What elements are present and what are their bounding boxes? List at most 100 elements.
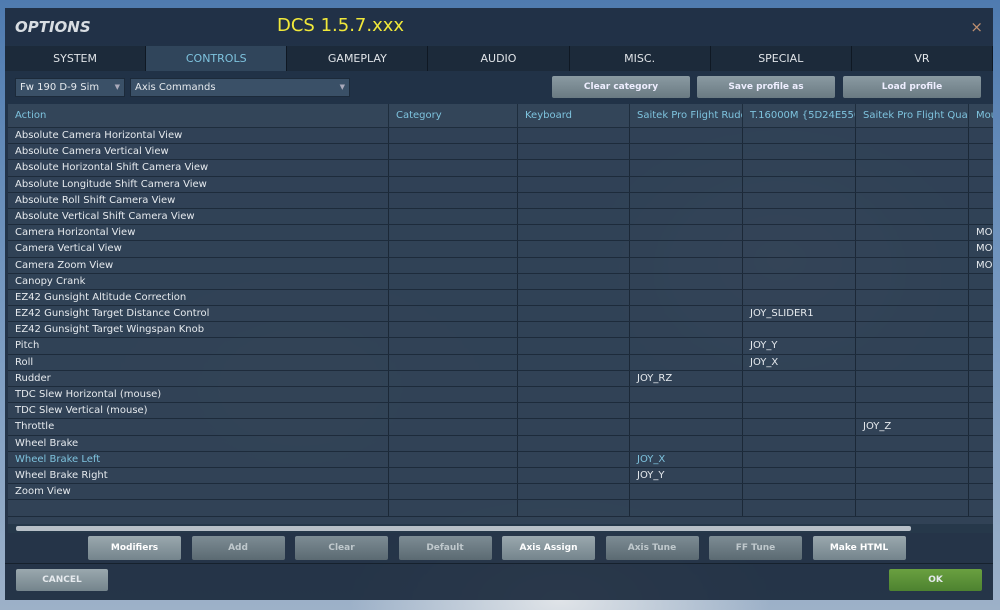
table-cell[interactable] — [856, 354, 969, 370]
table-cell[interactable] — [743, 208, 856, 225]
table-cell[interactable] — [856, 370, 969, 386]
table-cell[interactable] — [969, 322, 993, 337]
table-cell[interactable] — [518, 208, 630, 225]
table-cell[interactable] — [856, 208, 969, 225]
tab-controls[interactable]: CONTROLS — [146, 46, 288, 71]
table-cell[interactable] — [969, 452, 993, 467]
table-cell[interactable]: JOY_X — [743, 354, 856, 370]
table-cell[interactable] — [389, 273, 518, 289]
table-cell[interactable] — [630, 257, 743, 273]
table-row[interactable]: TDC Slew Vertical (mouse) — [8, 403, 993, 420]
table-cell[interactable] — [743, 273, 856, 289]
table-cell[interactable] — [743, 419, 856, 435]
table-cell[interactable] — [969, 128, 993, 143]
table-cell[interactable] — [518, 144, 630, 160]
table-cell[interactable] — [969, 209, 993, 224]
table-cell[interactable] — [969, 177, 993, 192]
category-select[interactable]: Axis Commands ▼ — [130, 78, 350, 97]
table-cell[interactable] — [518, 354, 630, 370]
table-cell[interactable] — [389, 419, 518, 435]
tab-misc[interactable]: MISC. — [570, 46, 711, 71]
table-cell[interactable] — [630, 419, 743, 435]
table-cell[interactable] — [969, 500, 993, 515]
table-cell[interactable] — [630, 387, 743, 403]
table-cell[interactable] — [856, 160, 969, 176]
table-cell[interactable] — [856, 484, 969, 500]
make-html-button[interactable]: Make HTML — [812, 536, 906, 560]
table-cell[interactable] — [856, 241, 969, 257]
horizontal-scrollbar[interactable] — [8, 524, 993, 533]
table-cell[interactable] — [389, 435, 518, 451]
table-cell[interactable] — [389, 128, 518, 144]
table-cell[interactable] — [743, 257, 856, 273]
table-cell[interactable]: JOY_Z — [856, 419, 969, 435]
table-row[interactable]: Zoom View — [8, 484, 993, 501]
table-cell[interactable] — [389, 257, 518, 273]
table-cell[interactable] — [856, 500, 969, 516]
table-cell[interactable] — [969, 274, 993, 289]
table-cell[interactable] — [856, 192, 969, 208]
table-cell[interactable] — [630, 176, 743, 192]
table-cell[interactable] — [856, 403, 969, 419]
table-cell[interactable] — [389, 338, 518, 354]
table-cell[interactable] — [518, 435, 630, 451]
table-cell[interactable] — [630, 500, 743, 516]
table-cell[interactable] — [518, 273, 630, 289]
tab-special[interactable]: SPECIAL — [711, 46, 852, 71]
table-cell[interactable] — [630, 273, 743, 289]
add-button[interactable]: Add — [191, 536, 285, 560]
table-cell[interactable]: MOUSE_X — [969, 225, 993, 240]
table-cell[interactable] — [969, 387, 993, 402]
table-cell[interactable] — [630, 160, 743, 176]
table-cell[interactable] — [518, 322, 630, 338]
table-cell[interactable] — [630, 435, 743, 451]
table-cell[interactable] — [969, 403, 993, 418]
tab-vr[interactable]: VR — [852, 46, 993, 71]
table-row[interactable]: Wheel Brake Left JOY_X — [8, 451, 993, 468]
table-cell[interactable] — [518, 192, 630, 208]
table-row[interactable]: Absolute Camera Horizontal View — [8, 128, 993, 145]
table-cell[interactable] — [743, 176, 856, 192]
table-cell[interactable] — [969, 338, 993, 353]
table-cell[interactable]: JOY_Y — [630, 467, 743, 484]
column-header[interactable]: T.16000M {5D24E550- — [743, 104, 856, 128]
table-cell[interactable] — [518, 160, 630, 176]
table-cell[interactable] — [518, 484, 630, 500]
table-cell[interactable] — [969, 306, 993, 321]
table-cell[interactable] — [389, 403, 518, 419]
column-header[interactable]: Saitek Pro Flight Rudder — [630, 104, 743, 128]
table-cell[interactable] — [969, 160, 993, 175]
table-cell[interactable] — [389, 192, 518, 208]
table-cell[interactable] — [856, 435, 969, 451]
table-cell[interactable] — [389, 176, 518, 192]
table-row[interactable]: Rudder JOY_RZ — [8, 370, 993, 387]
table-cell[interactable]: MOUSE_Z — [969, 258, 993, 273]
table-cell[interactable] — [856, 128, 969, 144]
table-cell[interactable] — [389, 241, 518, 257]
table-cell[interactable] — [518, 128, 630, 144]
table-cell[interactable]: JOY_X — [630, 451, 743, 467]
table-cell[interactable] — [856, 387, 969, 403]
table-cell[interactable] — [856, 144, 969, 160]
table-cell[interactable] — [630, 484, 743, 500]
table-cell[interactable] — [856, 225, 969, 241]
table-cell[interactable] — [630, 225, 743, 241]
clear-button[interactable]: Clear — [295, 536, 388, 560]
table-cell[interactable] — [630, 144, 743, 160]
table-row[interactable]: Pitch JOY_Y — [8, 338, 993, 355]
table-cell[interactable] — [743, 128, 856, 144]
table-row[interactable]: Throttle JOY_Z — [8, 419, 993, 436]
table-cell[interactable] — [969, 144, 993, 159]
table-cell[interactable] — [743, 144, 856, 160]
table-cell[interactable] — [518, 338, 630, 354]
aircraft-select[interactable]: Fw 190 D-9 Sim ▼ — [15, 78, 125, 97]
tab-audio[interactable]: AUDIO — [428, 46, 570, 71]
table-cell[interactable] — [389, 354, 518, 370]
table-row[interactable]: Absolute Longitude Shift Camera View — [8, 176, 993, 193]
table-cell[interactable] — [518, 176, 630, 192]
table-cell[interactable] — [969, 371, 993, 386]
table-cell[interactable] — [743, 467, 856, 484]
table-cell[interactable] — [630, 208, 743, 225]
table-cell[interactable] — [969, 484, 993, 499]
table-cell[interactable] — [518, 289, 630, 306]
